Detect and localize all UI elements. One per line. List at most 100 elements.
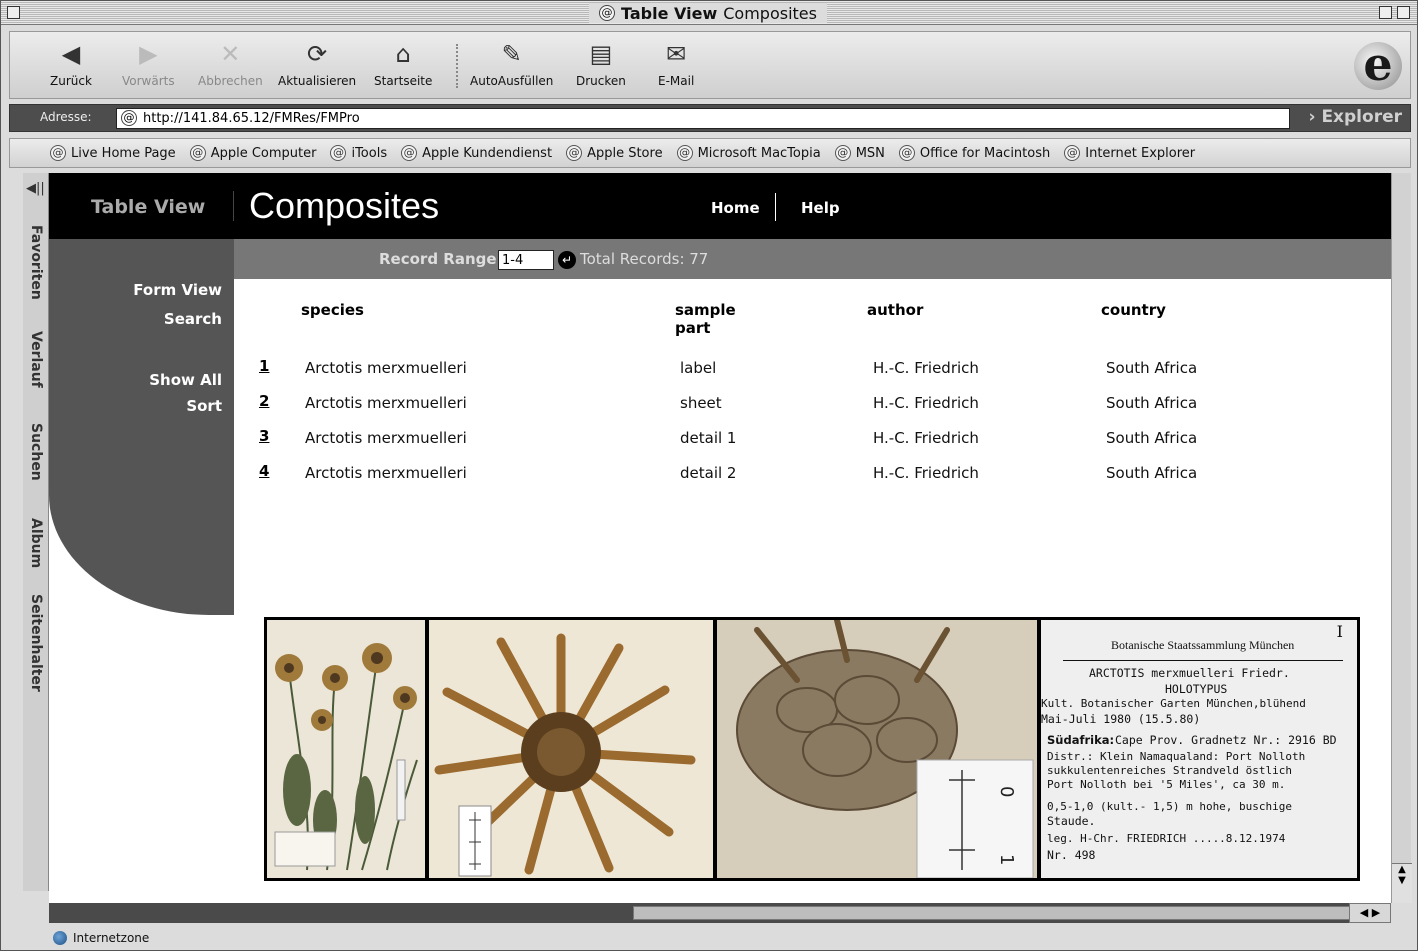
back-button[interactable]: ◀ Zurück <box>50 40 92 88</box>
horizontal-scrollbar[interactable]: ◀ ▶ <box>49 903 1391 923</box>
record-link[interactable]: 3 <box>259 427 269 445</box>
explorer-button[interactable]: › Explorer <box>1309 107 1403 127</box>
country-cell: South Africa <box>1106 464 1198 482</box>
mail-button[interactable]: ✉ E-Mail <box>658 40 694 88</box>
ie-logo-icon[interactable]: e <box>1354 41 1402 90</box>
toolbar-separator <box>456 44 458 88</box>
tab-album[interactable]: Album <box>23 503 49 583</box>
author-cell: H.-C. Friedrich <box>873 394 979 412</box>
window-title-bold: Table View <box>621 3 718 23</box>
table-row: 2 Arctotis merxmuelleri sheet H.-C. Frie… <box>49 392 1391 424</box>
status-zone: Internetzone <box>73 931 150 945</box>
horizontal-scroll-thumb[interactable] <box>633 906 1391 920</box>
favorite-office-for-macintosh[interactable]: @ Office for Macintosh <box>898 145 1050 161</box>
species-cell: Arctotis merxmuelleri <box>305 429 467 447</box>
scroll-up-icon[interactable]: ▲ <box>1398 864 1406 875</box>
scroll-left-icon[interactable]: ◀ <box>1360 906 1368 919</box>
country-cell: South Africa <box>1106 394 1198 412</box>
toolbar: ◀ Zurück ▶ Vorwärts ✕ Abbrechen ⟳ Aktual… <box>9 31 1411 99</box>
title-bar[interactable]: @ Table View Composites <box>1 1 1417 25</box>
label-line-bold: Südafrika: <box>1047 733 1115 747</box>
window-title-rest: Composites <box>723 3 817 23</box>
specimen-label: Botanische Staatssammlung München I ARCT… <box>1041 620 1357 878</box>
tab-suchen[interactable]: Suchen <box>23 411 49 493</box>
window-title: @ Table View Composites <box>589 3 827 23</box>
species-cell: Arctotis merxmuelleri <box>305 359 467 377</box>
header-divider <box>233 191 234 221</box>
help-link[interactable]: Help <box>801 199 840 217</box>
record-link[interactable]: 1 <box>259 357 269 375</box>
favorite-internet-explorer[interactable]: @ Internet Explorer <box>1064 145 1195 161</box>
flower-head-image[interactable] <box>426 617 716 881</box>
refresh-icon: ⟳ <box>307 40 328 68</box>
herbarium-sheet-image[interactable] <box>264 617 428 881</box>
close-box[interactable] <box>7 6 20 19</box>
specimen-label-image[interactable]: Botanische Staatssammlung München I ARCT… <box>1038 617 1360 881</box>
home-button[interactable]: ⌂ Startseite <box>374 40 432 88</box>
label-line: HOLOTYPUS <box>1165 682 1228 696</box>
scroll-arrows[interactable]: ▲ ▼ <box>1392 863 1412 903</box>
left-nav-panel: Form View Search Show All Sort <box>49 239 234 615</box>
status-bar: Internetzone <box>9 927 1411 949</box>
record-link[interactable]: 4 <box>259 462 269 480</box>
sample-part-cell: detail 1 <box>680 429 737 447</box>
tab-favoriten[interactable]: Favoriten <box>23 217 49 307</box>
favorite-link-icon: @ <box>834 145 851 161</box>
forward-button[interactable]: ▶ Vorwärts <box>122 40 175 88</box>
label-line: Nr. 498 <box>1047 848 1096 862</box>
record-range-label: Record Range <box>379 250 497 268</box>
label-line: Mai-Juli 1980 (15.5.80) <box>1041 712 1201 726</box>
favorite-link-icon: @ <box>50 145 66 161</box>
form-view-link[interactable]: Form View <box>133 281 222 299</box>
address-input[interactable]: @ http://141.84.65.12/FMRes/FMPro <box>116 108 1290 129</box>
table-row: 1 Arctotis merxmuelleri label H.-C. Frie… <box>49 357 1391 389</box>
explorer-bar-toggle-icon[interactable]: ◀|| <box>26 181 45 196</box>
address-label: Adresse: <box>40 110 92 124</box>
svg-text:1: 1 <box>996 854 1017 865</box>
favorite-link-icon: @ <box>676 145 693 161</box>
mail-icon: ✉ <box>666 40 687 68</box>
record-link[interactable]: 2 <box>259 392 269 410</box>
favorite-live-home-page[interactable]: @ Live Home Page <box>50 145 176 161</box>
search-link[interactable]: Search <box>164 310 222 328</box>
favorite-apple-kundendienst[interactable]: @ Apple Kundendienst <box>401 145 552 161</box>
record-range-input[interactable] <box>498 250 554 270</box>
sample-part-cell: detail 2 <box>680 464 737 482</box>
total-records: Total Records: 77 <box>580 250 709 268</box>
column-header-sample-part: sample part <box>675 301 736 337</box>
scroll-right-icon[interactable]: ▶ <box>1372 906 1380 919</box>
vertical-scrollbar[interactable]: ▲ ▼ <box>1391 173 1412 903</box>
label-rule <box>1063 660 1343 661</box>
favorite-apple-computer[interactable]: @ Apple Computer <box>189 145 316 161</box>
address-bar: Adresse: @ http://141.84.65.12/FMRes/FMP… <box>9 104 1411 132</box>
collapse-box[interactable] <box>1379 6 1392 19</box>
tab-verlauf[interactable]: Verlauf <box>23 319 49 399</box>
zoom-box[interactable] <box>1397 6 1410 19</box>
label-mark: I <box>1336 622 1343 641</box>
column-header-author: author <box>867 301 924 319</box>
species-cell: Arctotis merxmuelleri <box>305 464 467 482</box>
print-icon: ▤ <box>589 40 613 68</box>
internet-zone-icon <box>53 931 67 945</box>
stop-icon: ✕ <box>220 40 241 68</box>
horizontal-scroll-arrows[interactable]: ◀ ▶ <box>1349 903 1391 923</box>
involucre-detail-image[interactable]: 0 1 <box>714 617 1040 881</box>
favorite-microsoft-mactopia[interactable]: @ Microsoft MacTopia <box>676 145 821 161</box>
home-link[interactable]: Home <box>711 199 760 217</box>
autofill-button[interactable]: ✎ AutoAusfüllen <box>470 40 553 88</box>
url-globe-icon: @ <box>121 110 137 126</box>
refresh-button[interactable]: ⟳ Aktualisieren <box>278 40 356 88</box>
favorite-msn[interactable]: @ MSN <box>834 145 885 161</box>
label-line: Cape Prov. Gradnetz Nr.: 2916 BD <box>1115 733 1337 747</box>
label-line: Staude. <box>1047 814 1096 828</box>
label-institution: Botanische Staatssammlung München <box>1111 638 1295 652</box>
print-button[interactable]: ▤ Drucken <box>576 40 626 88</box>
favorite-link-icon: @ <box>566 145 583 161</box>
go-return-icon[interactable]: ↵ <box>558 251 576 269</box>
favorite-apple-store[interactable]: @ Apple Store <box>566 145 663 161</box>
favorite-itools[interactable]: @ iTools <box>330 145 387 161</box>
label-line: ARCTOTIS merxmuelleri Friedr. <box>1089 666 1290 680</box>
scroll-down-icon[interactable]: ▼ <box>1398 875 1406 886</box>
stop-button[interactable]: ✕ Abbrechen <box>198 40 263 88</box>
tab-seitenhalter[interactable]: Seitenhalter <box>23 591 49 695</box>
